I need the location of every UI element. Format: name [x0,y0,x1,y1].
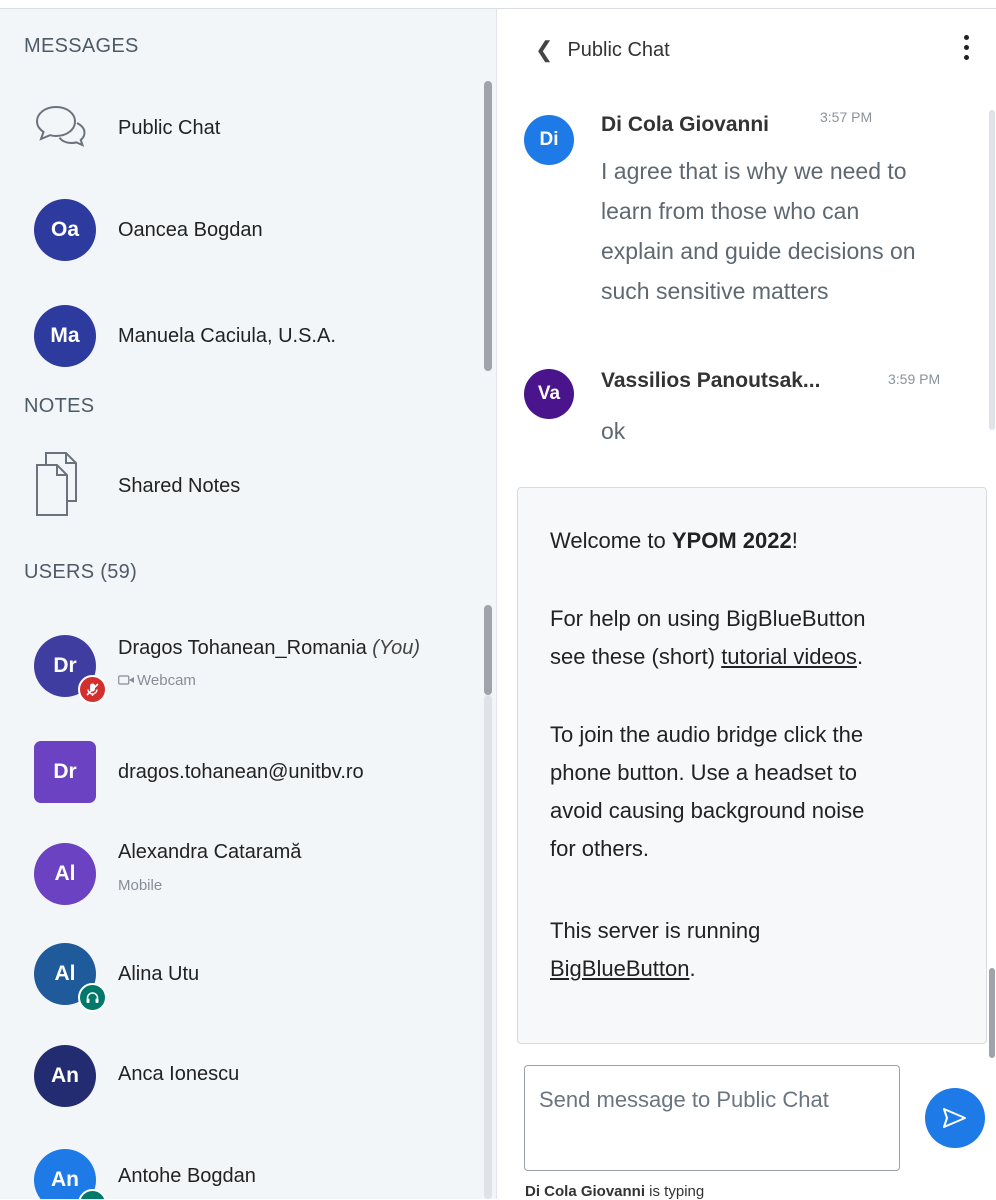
message-item-label: Manuela Caciula, U.S.A. [118,325,336,347]
headset-icon [78,983,107,1012]
message-line: learn from those who can [601,198,860,224]
you-tag: (You) [372,637,421,659]
avatar: Al [34,843,96,905]
welcome-text: ! [791,528,798,553]
welcome-text: phone button. Use a headset to [550,760,858,785]
welcome-server-paragraph: This server is running BigBlueButton. [550,912,970,988]
user-name: dragos.tohanean@unitbv.ro [118,761,364,783]
notes-section-title: NOTES [24,395,95,417]
chat-bubbles-icon [35,105,86,147]
user-name: Dragos Tohanean_Romania (You) [118,637,420,660]
user-name: Anca Ionescu [118,1063,240,1085]
avatar: An [34,1045,96,1107]
chat-title: Public Chat [567,38,670,61]
user-list-panel: MESSAGES Public Chat Oa Oancea Bogdan Ma… [0,9,496,1199]
chat-header: ❮ Public Chat [497,9,996,97]
message-sender: Vassilios Panoutsak... [601,369,821,392]
user-item-dragos-you[interactable]: Dr Dragos Tohanean_Romania (You) Webcam [0,621,470,713]
messages-section-title: MESSAGES [24,35,139,57]
more-vertical-icon[interactable] [959,35,973,71]
muted-mic-icon [78,675,107,704]
message-item-label: Oancea Bogdan [118,219,263,241]
message-item-oancea-bogdan[interactable]: Oa Oancea Bogdan [0,185,470,275]
welcome-text: . [689,956,696,981]
welcome-audio-paragraph: To join the audio bridge click the phone … [550,716,970,868]
message-item-public-chat[interactable]: Public Chat [0,85,470,175]
message-composer [524,1065,900,1171]
messages-scrollbar[interactable] [484,81,492,371]
message-text: ok [601,418,626,444]
user-item-alexandra-catarama[interactable]: Al Alexandra Cataramă Mobile [0,829,470,919]
user-status: Webcam [118,672,196,689]
welcome-message-box: Welcome to YPOM 2022! For help on using … [517,487,987,1044]
bigbluebutton-link[interactable]: BigBlueButton [550,956,689,981]
webcam-icon [118,675,134,685]
avatar: Oa [34,199,96,261]
message-item-label: Public Chat [118,117,221,139]
welcome-text: avoid causing background noise [550,798,865,823]
user-name: Alexandra Cataramă [118,841,302,863]
welcome-text: For help on using BigBlueButton [550,606,866,631]
message-line: explain and guide decisions on [601,238,916,264]
user-name-text: Dragos Tohanean_Romania [118,637,367,659]
welcome-heading: Welcome to YPOM 2022! [550,522,970,560]
user-item-dragos-email[interactable]: Dr dragos.tohanean@unitbv.ro [0,731,470,821]
shared-notes-label: Shared Notes [118,475,241,497]
typing-text: is typing [645,1183,705,1200]
welcome-text: Welcome to [550,528,672,553]
tutorial-videos-link[interactable]: tutorial videos [721,644,857,669]
shared-notes-item[interactable]: Shared Notes [0,439,470,535]
message-time: 3:57 PM [820,109,873,125]
avatar: Di [524,115,574,165]
send-icon [943,1108,966,1128]
message-time: 3:59 PM [888,371,941,387]
user-item-anca-ionescu[interactable]: An Anca Ionescu [0,1031,470,1121]
users-section-title: USERS (59) [24,561,138,583]
message-item-manuela-caciula[interactable]: Ma Manuela Caciula, U.S.A. [0,291,470,381]
welcome-text: This server is running [550,918,761,943]
welcome-text: . [856,644,864,669]
chat-panel: ❮ Public Chat Di Di Cola Giovanni 3:57 P… [497,9,996,1200]
message-line: such sensitive matters [601,278,829,304]
top-border [0,0,996,9]
message-text: I agree that is why we need to learn fro… [601,151,916,311]
user-status: Mobile [118,877,163,894]
message-line: I agree that is why we need to [601,158,907,184]
welcome-help-paragraph: For help on using BigBlueButton see these… [550,600,970,676]
user-name: Antohe Bogdan [118,1165,256,1187]
send-button[interactable] [925,1088,985,1148]
notes-pages-icon [36,452,77,516]
chat-scrollbar[interactable] [989,968,995,1058]
message-sender: Di Cola Giovanni [601,113,770,136]
chevron-left-icon: ❮ [535,37,554,62]
users-scrollbar[interactable] [484,605,492,695]
conference-name: YPOM 2022 [671,528,792,553]
avatar: Ma [34,305,96,367]
welcome-text: see these (short) [550,644,722,669]
user-name: Alina Utu [118,963,200,985]
avatar: Va [524,369,574,419]
typing-user-name: Di Cola Giovanni [525,1183,646,1200]
user-item-antohe-bogdan[interactable]: An Antohe Bogdan [0,1135,470,1199]
typing-indicator: Di Cola Giovanni is typing [525,1183,704,1200]
user-item-alina-utu[interactable]: Al Alina Utu [0,929,470,1019]
welcome-text: To join the audio bridge click the [550,722,864,747]
avatar: Dr [34,741,96,803]
user-status-text: Webcam [137,672,196,689]
back-to-chat-list-button[interactable]: ❮ Public Chat [535,35,670,65]
users-scroll-track [484,695,492,1199]
welcome-text: for others. [550,836,650,861]
message-input[interactable] [539,1086,879,1156]
chat-scroll-track [989,110,995,430]
